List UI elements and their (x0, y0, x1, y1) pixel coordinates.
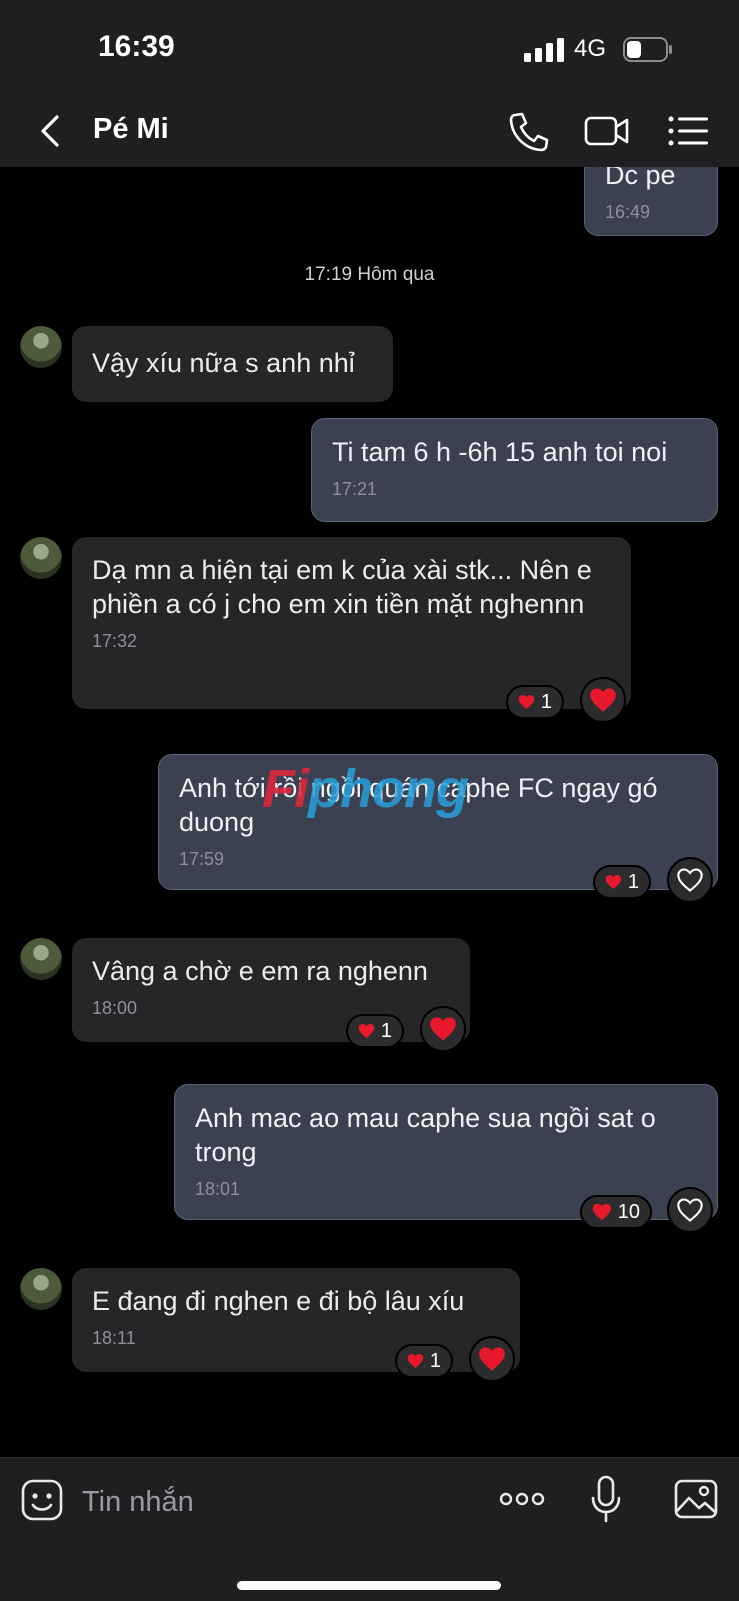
menu-list-icon[interactable] (666, 109, 712, 153)
reaction-summary[interactable]: 1 (506, 685, 564, 719)
reaction-count: 1 (429, 1349, 441, 1372)
message-text: Dạ mn a hiện tại em k của xài stk... Nên… (92, 555, 592, 619)
signal-icon (524, 38, 564, 62)
message-text: Anh mac ao mau caphe sua ngồi sat o tron… (195, 1103, 656, 1167)
phone-call-icon[interactable] (506, 109, 552, 153)
message-text: Vâng a chờ e em ra nghenn (92, 956, 428, 986)
message-bubble-incoming[interactable]: E đang đi nghen e đi bộ lâu xíu 18:11 (72, 1268, 520, 1372)
message-bubble-outgoing[interactable]: Dc pe 16:49 (584, 167, 718, 236)
heart-icon (590, 688, 616, 712)
reaction-count: 1 (540, 690, 552, 713)
chat-header: Pé Mi (0, 95, 739, 167)
react-button[interactable] (580, 677, 626, 723)
network-label: 4G (574, 35, 607, 62)
avatar[interactable] (20, 326, 62, 368)
heart-icon (605, 874, 622, 890)
message-time: 16:49 (605, 202, 651, 222)
more-options-icon[interactable] (498, 1474, 546, 1524)
message-time: 17:32 (92, 631, 138, 651)
message-bubble-incoming[interactable]: Vâng a chờ e em ra nghenn 18:00 (72, 938, 470, 1042)
reaction-count: 1 (380, 1019, 392, 1042)
reaction-count: 1 (627, 870, 639, 893)
message-input[interactable] (80, 1476, 464, 1528)
heart-icon (358, 1023, 375, 1039)
status-bar: 16:39 4G (0, 0, 739, 95)
heart-icon (407, 1353, 424, 1369)
home-indicator[interactable] (237, 1581, 501, 1590)
contact-name[interactable]: Pé Mi (93, 113, 169, 146)
message-time: 17:21 (332, 479, 378, 499)
day-separator: 17:19 Hôm qua (304, 264, 435, 285)
watermark-part-a: Fi (262, 759, 309, 819)
reaction-summary[interactable]: 10 (580, 1195, 652, 1229)
react-button[interactable] (667, 1187, 713, 1233)
reaction-summary[interactable]: 1 (395, 1344, 453, 1378)
reaction-count: 10 (617, 1200, 640, 1223)
heart-icon (592, 1203, 611, 1221)
message-text: E đang đi nghen e đi bộ lâu xíu (92, 1286, 465, 1316)
video-call-icon[interactable] (584, 109, 630, 153)
heart-icon (479, 1347, 505, 1371)
message-text: Ti tam 6 h -6h 15 anh toi noi (332, 437, 668, 467)
heart-icon (430, 1017, 456, 1041)
sticker-emoji-icon[interactable] (20, 1478, 64, 1522)
reaction-summary[interactable]: 1 (593, 865, 651, 899)
composer-bar (0, 1457, 739, 1601)
heart-outline-icon (677, 868, 703, 892)
battery-icon (623, 37, 672, 62)
watermark-logo: Fiphong (262, 758, 469, 820)
watermark-part-b: phong (308, 759, 469, 819)
heart-icon (518, 694, 535, 710)
status-time: 16:39 (98, 30, 175, 63)
microphone-icon[interactable] (590, 1474, 622, 1524)
avatar[interactable] (20, 537, 62, 579)
message-bubble-incoming[interactable]: Vậy xíu nữa s anh nhỉ (72, 326, 393, 402)
message-text: Dc pe (605, 167, 676, 190)
avatar[interactable] (20, 1268, 62, 1310)
react-button[interactable] (420, 1006, 466, 1052)
react-button[interactable] (667, 857, 713, 903)
back-icon[interactable] (35, 111, 71, 151)
image-gallery-icon[interactable] (674, 1474, 718, 1524)
message-bubble-outgoing[interactable]: Ti tam 6 h -6h 15 anh toi noi 17:21 (311, 418, 718, 522)
message-bubble-incoming[interactable]: Dạ mn a hiện tại em k của xài stk... Nên… (72, 537, 631, 709)
reaction-summary[interactable]: 1 (346, 1014, 404, 1048)
heart-outline-icon (677, 1198, 703, 1222)
react-button[interactable] (469, 1336, 515, 1382)
avatar[interactable] (20, 938, 62, 980)
message-text: Vậy xíu nữa s anh nhỉ (92, 348, 355, 378)
